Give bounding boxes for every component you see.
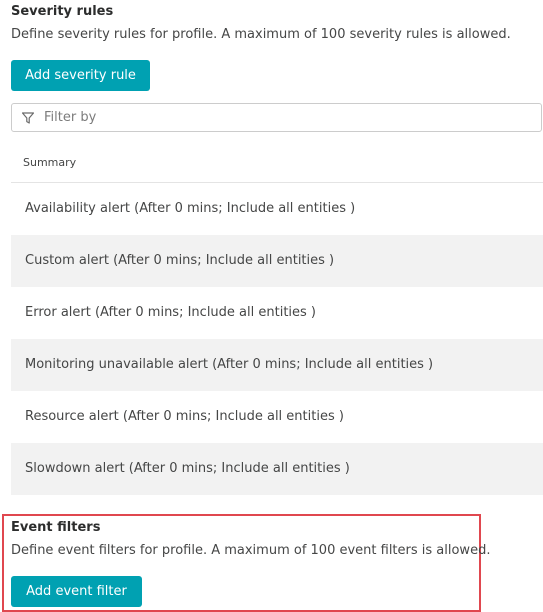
- severity-rules-title: Severity rules: [11, 4, 114, 19]
- event-filters-description: Define event filters for profile. A maxi…: [11, 543, 491, 558]
- severity-rules-description: Define severity rules for profile. A max…: [11, 27, 511, 42]
- table-row[interactable]: Resource alert (After 0 mins; Include al…: [11, 391, 543, 443]
- table-row[interactable]: Custom alert (After 0 mins; Include all …: [11, 235, 543, 287]
- severity-rules-table: Availability alert (After 0 mins; Includ…: [11, 183, 543, 495]
- table-row[interactable]: Monitoring unavailable alert (After 0 mi…: [11, 339, 543, 391]
- add-severity-rule-button[interactable]: Add severity rule: [11, 60, 150, 91]
- event-filters-title: Event filters: [11, 520, 101, 535]
- filter-input[interactable]: [44, 104, 524, 131]
- add-event-filter-button[interactable]: Add event filter: [11, 576, 142, 607]
- column-header-summary[interactable]: Summary: [23, 156, 76, 169]
- table-header: Summary: [11, 142, 543, 183]
- table-row[interactable]: Availability alert (After 0 mins; Includ…: [11, 183, 543, 235]
- filter-field[interactable]: [11, 103, 542, 132]
- table-row[interactable]: Slowdown alert (After 0 mins; Include al…: [11, 443, 543, 495]
- filter-icon: [22, 112, 34, 124]
- table-row[interactable]: Error alert (After 0 mins; Include all e…: [11, 287, 543, 339]
